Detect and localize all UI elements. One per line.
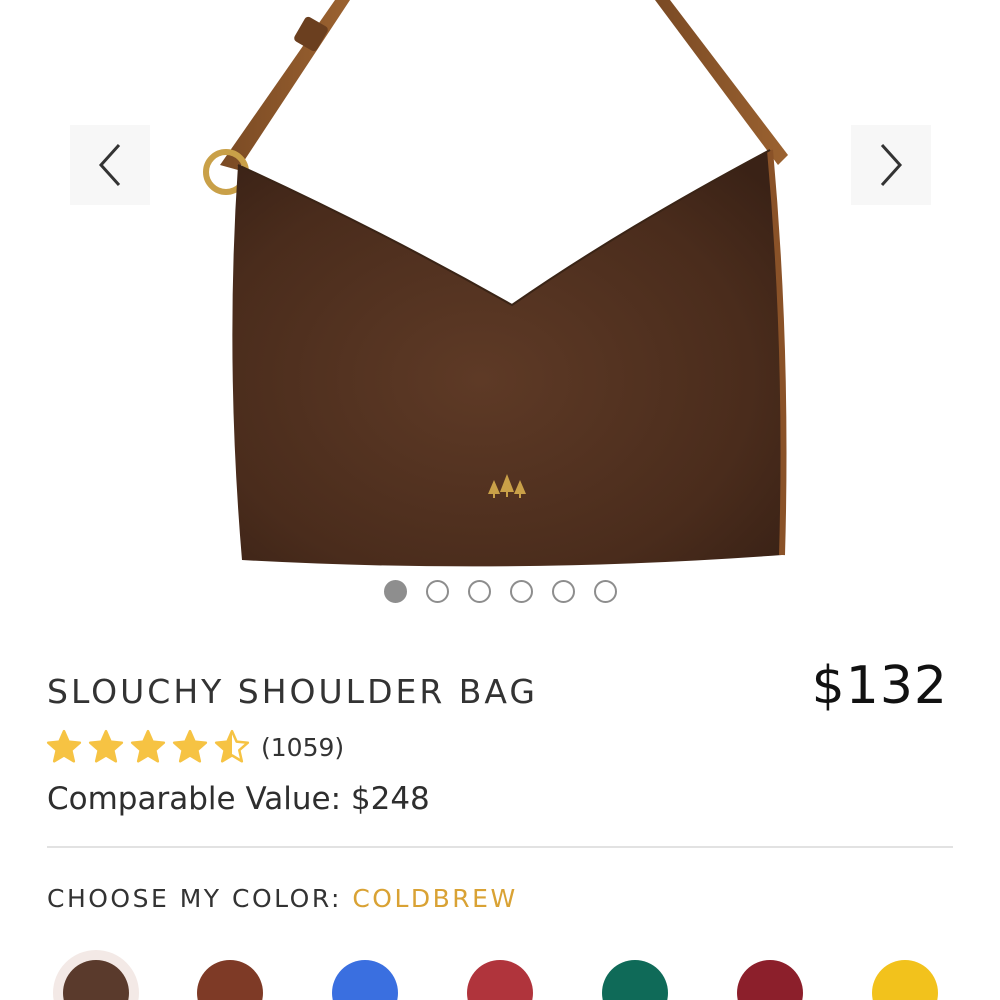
gallery-pagination: [0, 580, 1000, 603]
previous-image-button[interactable]: [70, 125, 150, 205]
color-swatch[interactable]: [332, 960, 398, 1000]
gallery-dot[interactable]: [467, 580, 491, 603]
product-gallery: [0, 0, 1000, 620]
comparable-value: Comparable Value: $248: [47, 781, 430, 817]
product-image: [203, 0, 788, 567]
chevron-right-icon: [880, 143, 903, 187]
star-full-icon: [172, 729, 208, 763]
product-rating[interactable]: (1059): [45, 728, 344, 766]
star-half-icon: [214, 729, 250, 763]
selected-color-name: COLDBREW: [352, 884, 518, 913]
star-full-icon: [46, 729, 82, 763]
star-full-icon: [130, 729, 166, 763]
gallery-dot[interactable]: [383, 580, 407, 603]
star-full-icon: [88, 729, 124, 763]
color-swatch[interactable]: [197, 960, 263, 1000]
color-swatch[interactable]: [602, 960, 668, 1000]
product-price: $132: [811, 656, 948, 716]
gallery-dot[interactable]: [509, 580, 533, 603]
color-swatch[interactable]: [737, 960, 803, 1000]
rating-stars: [45, 728, 251, 766]
divider: [47, 846, 953, 848]
color-picker-label: CHOOSE MY COLOR: COLDBREW: [47, 884, 518, 913]
next-image-button[interactable]: [851, 125, 931, 205]
color-swatch[interactable]: [467, 960, 533, 1000]
gallery-dot[interactable]: [425, 580, 449, 603]
product-title: SLOUCHY SHOULDER BAG: [47, 672, 538, 711]
review-count: (1059): [261, 732, 345, 762]
color-label-prefix: CHOOSE MY COLOR:: [47, 884, 353, 913]
color-swatch[interactable]: [63, 960, 129, 1000]
chevron-left-icon: [98, 143, 121, 187]
color-swatch[interactable]: [872, 960, 938, 1000]
gallery-dot[interactable]: [551, 580, 575, 603]
color-swatches: [0, 948, 1000, 1000]
gallery-dot[interactable]: [593, 580, 617, 603]
